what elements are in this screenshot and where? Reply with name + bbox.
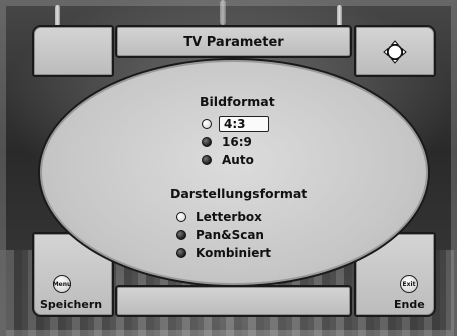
- radio-icon[interactable]: [176, 247, 186, 258]
- exit-key-icon[interactable]: Exit: [400, 275, 418, 293]
- end-label[interactable]: Ende: [394, 298, 425, 311]
- option-4-3[interactable]: 4:3: [202, 115, 269, 132]
- radio-selected-icon[interactable]: [176, 211, 186, 222]
- option-label[interactable]: Letterbox: [193, 210, 265, 224]
- picture-format-heading: Bildformat: [200, 94, 275, 109]
- display-format-heading: Darstellungsformat: [170, 186, 308, 201]
- option-label[interactable]: Auto: [219, 153, 257, 167]
- option-16-9[interactable]: 16:9: [202, 133, 255, 150]
- title-bar: TV Parameter: [115, 25, 352, 58]
- menu-key-icon[interactable]: Menu: [53, 275, 71, 293]
- option-letterbox[interactable]: Letterbox: [176, 208, 265, 225]
- move-arrows-icon[interactable]: [383, 40, 407, 64]
- option-label[interactable]: 16:9: [219, 135, 255, 149]
- top-left-panel: [32, 25, 114, 77]
- save-label[interactable]: Speichern: [40, 298, 102, 311]
- top-right-panel: [354, 25, 436, 77]
- option-label[interactable]: Pan&Scan: [193, 228, 267, 242]
- page-title: TV Parameter: [183, 35, 284, 50]
- radio-selected-icon[interactable]: [202, 118, 212, 129]
- option-kombiniert[interactable]: Kombiniert: [176, 244, 274, 261]
- radio-icon[interactable]: [202, 154, 212, 165]
- option-pan-scan[interactable]: Pan&Scan: [176, 226, 267, 243]
- option-auto[interactable]: Auto: [202, 151, 257, 168]
- bottom-bar: [115, 285, 352, 317]
- radio-icon[interactable]: [176, 229, 186, 240]
- radio-icon[interactable]: [202, 136, 212, 147]
- option-label[interactable]: Kombiniert: [193, 246, 274, 260]
- option-label[interactable]: 4:3: [219, 115, 269, 132]
